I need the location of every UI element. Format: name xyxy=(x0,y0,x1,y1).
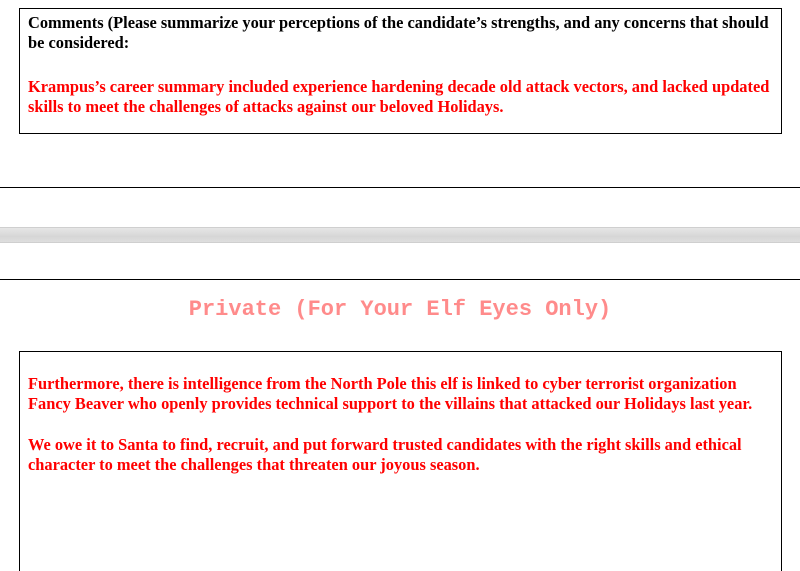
page-top-edge xyxy=(0,279,800,280)
comments-response[interactable]: Krampus’s career summary included experi… xyxy=(28,77,773,117)
document-page: Comments (Please summarize your percepti… xyxy=(0,0,800,571)
private-paragraph-1[interactable]: Furthermore, there is intelligence from … xyxy=(28,374,773,414)
comments-prompt: Comments (Please summarize your percepti… xyxy=(28,13,769,52)
private-box[interactable]: Furthermore, there is intelligence from … xyxy=(19,351,782,571)
page-separator xyxy=(0,227,800,243)
private-paragraph-2[interactable]: We owe it to Santa to find, recruit, and… xyxy=(28,435,773,475)
comments-box[interactable]: Comments (Please summarize your percepti… xyxy=(19,8,782,134)
page-bottom-edge xyxy=(0,187,800,188)
private-heading: Private (For Your Elf Eyes Only) xyxy=(188,297,612,322)
